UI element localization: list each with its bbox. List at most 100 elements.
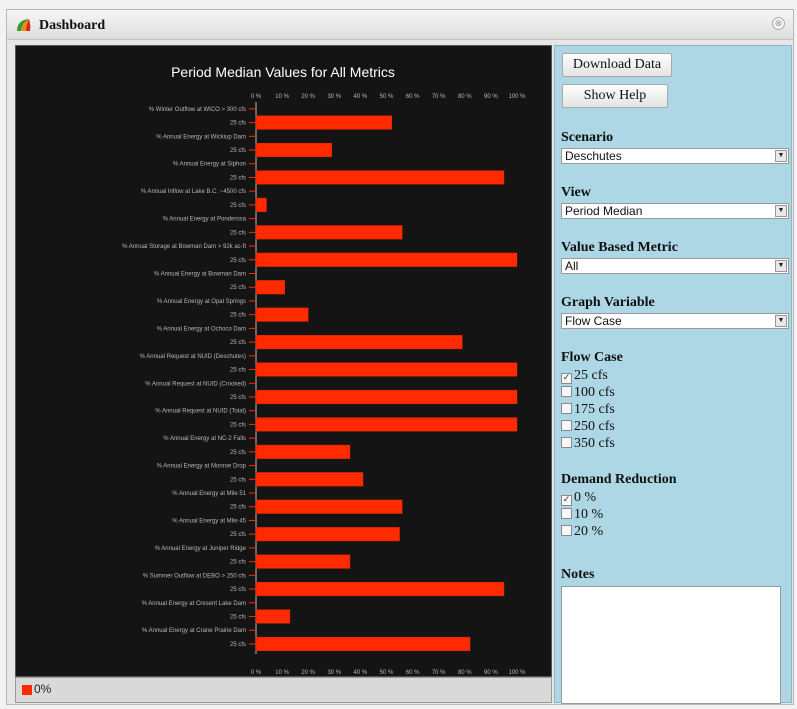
bar (255, 307, 309, 322)
scenario-select[interactable]: Deschutes ▼ (561, 148, 789, 164)
flow-case-175-checkbox[interactable]: 175 cfs (561, 402, 615, 419)
y-category-label: 25 cfs (230, 587, 246, 593)
chart-panel: Period Median Values for All Metrics 0 % 0… (15, 45, 552, 677)
x-tick-label-top: 10 % (275, 94, 289, 100)
graph-variable-value: Flow Case (565, 314, 622, 328)
close-icon[interactable]: ⊗ (772, 17, 785, 30)
checkbox-checked-icon: ✓ (561, 373, 572, 384)
download-data-button[interactable]: Download Data (562, 53, 672, 77)
x-tick-label-top: 20 % (301, 94, 315, 100)
y-category-label: 25 cfs (230, 395, 246, 401)
view-select[interactable]: Period Median ▼ (561, 203, 789, 219)
y-category-label: 25 cfs (230, 258, 246, 264)
y-category-label: % Annual Energy at Mile 45 (172, 518, 246, 524)
x-tick-label-top: 80 % (458, 94, 472, 100)
x-tick-label-bottom: 10 % (275, 670, 289, 676)
demand-reduction-10-checkbox[interactable]: 10 % (561, 507, 603, 524)
demand-reduction-label: Demand Reduction (561, 472, 677, 487)
checkbox-icon (561, 386, 572, 397)
bar (255, 472, 364, 487)
x-tick-label-bottom: 0 % (251, 670, 262, 676)
y-category-label: % Annual Energy at Mile 51 (172, 491, 246, 497)
notes-textarea[interactable] (561, 586, 781, 704)
y-category-label: 25 cfs (230, 313, 246, 319)
value-metric-label: Value Based Metric (561, 240, 678, 255)
checkbox-icon (561, 508, 572, 519)
flow-case-100-checkbox[interactable]: 100 cfs (561, 385, 615, 402)
bar (255, 115, 392, 130)
x-tick-label-bottom: 30 % (327, 670, 341, 676)
legend-swatch (22, 685, 32, 695)
checkbox-icon (561, 403, 572, 414)
bar (255, 389, 518, 405)
y-category-label: % Annual Inflow at Lake B.C. ~4500 cfs (141, 189, 246, 195)
y-category-label: 25 cfs (230, 477, 246, 483)
bar-chart: Period Median Values for All Metrics 0 % 0… (122, 64, 526, 676)
value-metric-select[interactable]: All ▼ (561, 258, 789, 274)
legend-label: 0% (34, 682, 52, 696)
bar (255, 362, 518, 377)
x-tick-label-top: 0 % (251, 94, 262, 100)
title-bar: Dashboard ⊗ (7, 10, 793, 40)
y-category-label: 25 cfs (230, 340, 246, 346)
window-title: Dashboard (39, 18, 106, 33)
y-category-label: 25 cfs (230, 121, 246, 127)
x-tick-label-bottom: 20 % (301, 670, 315, 676)
y-category-label: 25 cfs (230, 505, 246, 511)
chart-legend: 0% (15, 677, 552, 703)
y-category-label: % Winter Outflow at WICO > 300 cfs (149, 107, 246, 113)
y-category-label: 25 cfs (230, 560, 246, 566)
checkbox-icon (561, 420, 572, 431)
bar (255, 142, 332, 158)
checkbox-icon (561, 437, 572, 448)
x-tick-label-top: 60 % (406, 94, 420, 100)
flow-case-label: Flow Case (561, 350, 623, 365)
y-category-label: 25 cfs (230, 450, 246, 456)
view-label: View (561, 185, 591, 200)
bar (255, 554, 351, 569)
x-tick-label-bottom: 40 % (354, 670, 368, 676)
flow-case-250-checkbox[interactable]: 250 cfs (561, 419, 615, 436)
controls-panel: Download Data Show Help Scenario Deschut… (554, 45, 792, 704)
bar (255, 252, 518, 267)
x-tick-label-top: 100 % (508, 94, 526, 100)
chart-title: Period Median Values for All Metrics (171, 64, 395, 80)
flow-case-350-checkbox[interactable]: 350 cfs (561, 436, 615, 453)
bar (255, 280, 285, 295)
x-tick-label-top: 90 % (484, 94, 498, 100)
y-category-label: % Annual Storage at Bowman Dam > 92k ac-… (122, 244, 246, 250)
x-tick-label-bottom: 50 % (380, 670, 394, 676)
bar (255, 170, 505, 185)
dropdown-arrow-icon: ▼ (775, 150, 787, 162)
graph-variable-select[interactable]: Flow Case ▼ (561, 313, 789, 329)
graph-variable-label: Graph Variable (561, 295, 655, 310)
scenario-label: Scenario (561, 130, 614, 145)
bar (255, 197, 267, 212)
y-category-label: 25 cfs (230, 532, 246, 538)
demand-reduction-0-checkbox[interactable]: ✓ 0 % (561, 490, 596, 507)
flow-case-25-checkbox[interactable]: ✓ 25 cfs (561, 368, 608, 385)
demand-reduction-20-checkbox[interactable]: 20 % (561, 524, 603, 541)
bar (255, 444, 351, 459)
bar (255, 225, 403, 240)
y-category-label: % Summer Outflow at DEBO > 250 cfs (143, 573, 246, 579)
y-category-label: % Annual Energy at Siphon (173, 162, 246, 168)
dropdown-arrow-icon: ▼ (775, 205, 787, 217)
y-category-label: % Annual Energy at Juniper Ridge (155, 546, 247, 552)
bar (255, 335, 463, 350)
y-category-label: % Annual Energy at Ponderosa (163, 217, 247, 223)
dropdown-arrow-icon: ▼ (775, 315, 787, 327)
checkbox-checked-icon: ✓ (561, 495, 572, 506)
x-tick-label-bottom: 70 % (432, 670, 446, 676)
y-category-label: % Annual Energy at Ochoco Dam (157, 326, 246, 332)
bar (255, 636, 471, 651)
y-category-label: 25 cfs (230, 615, 246, 621)
x-tick-label-top: 50 % (380, 94, 394, 100)
scenario-value: Deschutes (565, 149, 622, 163)
x-tick-label-top: 70 % (432, 94, 446, 100)
bar (255, 582, 505, 597)
show-help-button[interactable]: Show Help (562, 84, 668, 108)
y-category-label: % Annual Energy at Wickiup Dam (156, 134, 246, 140)
y-category-label: 25 cfs (230, 230, 246, 236)
y-category-label: % Annual Energy at Opal Springs (157, 299, 246, 305)
